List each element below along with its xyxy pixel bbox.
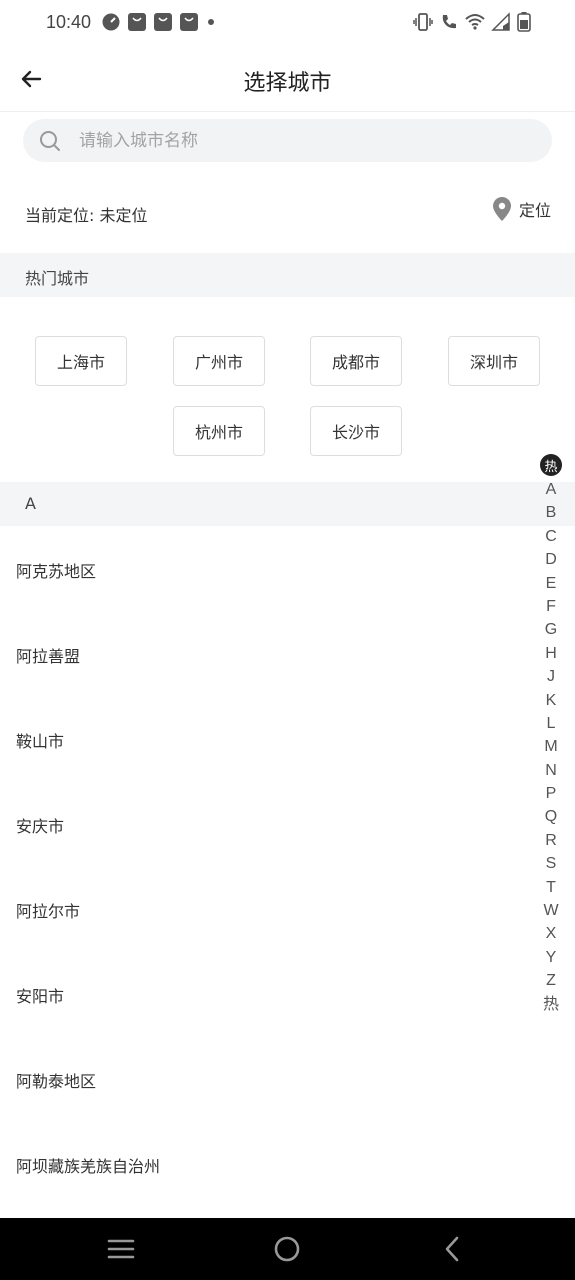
hot-city-button[interactable]: 杭州市 — [173, 406, 265, 456]
index-letter[interactable]: E — [546, 572, 557, 595]
bag-icon — [180, 13, 198, 31]
section-letter: A — [25, 494, 36, 513]
hot-cities-grid: 上海市 广州市 成都市 深圳市 杭州市 长沙市 — [0, 298, 575, 480]
city-list-item[interactable]: 安阳市 — [0, 952, 575, 1037]
alphabet-index-bar[interactable]: 热 A B C D E F G H J K L M N P Q R S T W … — [539, 454, 563, 1016]
index-letter[interactable]: P — [546, 782, 557, 805]
city-list-item[interactable]: 阿勒泰地区 — [0, 1037, 575, 1122]
index-letter[interactable]: G — [545, 618, 557, 641]
hot-cities-title: 热门城市 — [25, 269, 90, 288]
back-icon — [445, 1236, 459, 1262]
index-letter[interactable]: X — [546, 922, 557, 945]
city-list-item[interactable]: 鞍山市 — [0, 697, 575, 782]
signal-icon — [491, 12, 510, 31]
battery-icon — [517, 12, 531, 32]
recent-apps-button[interactable] — [103, 1233, 139, 1265]
system-back-button[interactable] — [434, 1233, 470, 1265]
index-letter[interactable]: N — [545, 759, 557, 782]
city-list-item[interactable]: 阿坝藏族羌族自治州 — [0, 1122, 575, 1207]
hot-city-button[interactable]: 广州市 — [173, 336, 265, 386]
system-nav-bar — [0, 1218, 575, 1280]
city-list-item[interactable]: 阿克苏地区 — [0, 527, 575, 612]
current-location-row: 当前定位: 未定位 定位 — [0, 182, 575, 242]
index-letter[interactable]: S — [546, 852, 557, 875]
locate-label: 定位 — [518, 201, 551, 220]
hot-city-button[interactable]: 上海市 — [35, 336, 127, 386]
index-active-hot[interactable]: 热 — [540, 454, 562, 476]
wifi-icon — [465, 14, 485, 30]
index-letter[interactable]: K — [546, 689, 557, 712]
map-pin-icon — [492, 197, 511, 221]
hot-cities-header: 热门城市 — [0, 253, 575, 297]
hot-city-button[interactable]: 长沙市 — [310, 406, 402, 456]
index-letter[interactable]: Q — [545, 805, 557, 828]
menu-icon — [107, 1239, 135, 1259]
index-letter[interactable]: Z — [546, 969, 556, 992]
speedometer-icon — [102, 13, 120, 31]
letter-section-header: A — [0, 482, 575, 526]
city-list-item[interactable]: 阿拉善盟 — [0, 612, 575, 697]
index-letter[interactable]: C — [545, 525, 557, 548]
home-icon — [274, 1236, 300, 1262]
locate-button[interactable]: 定位 — [492, 197, 551, 221]
search-input[interactable] — [79, 119, 529, 162]
index-letter[interactable]: R — [545, 829, 557, 852]
city-list-item[interactable]: 阿拉尔市 — [0, 867, 575, 952]
index-letter[interactable]: F — [546, 595, 556, 618]
bag-icon — [154, 13, 172, 31]
hot-city-button[interactable]: 深圳市 — [448, 336, 540, 386]
wifi-call-icon — [442, 15, 456, 29]
index-letter[interactable]: A — [546, 478, 557, 501]
status-bar: 10:40 — [0, 0, 575, 48]
status-notification-icons — [102, 13, 216, 31]
index-letter[interactable]: J — [547, 665, 555, 688]
status-system-icons — [413, 12, 531, 32]
page-title: 选择城市 — [243, 71, 332, 96]
index-letter[interactable]: M — [544, 735, 557, 758]
hot-city-button[interactable]: 成都市 — [310, 336, 402, 386]
index-letter[interactable]: D — [545, 548, 557, 571]
search-box[interactable] — [23, 119, 552, 162]
status-time: 10:40 — [46, 12, 92, 32]
index-letter[interactable]: W — [543, 899, 558, 922]
home-button[interactable] — [269, 1233, 305, 1265]
app-bar: 选择城市 — [0, 48, 575, 112]
current-location-label: 当前定位: 未定位 — [25, 206, 148, 225]
city-list[interactable]: 阿克苏地区 阿拉善盟 鞍山市 安庆市 阿拉尔市 安阳市 阿勒泰地区 阿坝藏族羌族… — [0, 527, 575, 1217]
dot-icon — [208, 19, 214, 25]
search-icon — [40, 131, 60, 151]
index-letter[interactable]: L — [547, 712, 556, 735]
index-letter[interactable]: B — [546, 501, 557, 524]
index-letter[interactable]: 热 — [543, 993, 559, 1016]
index-letter[interactable]: Y — [546, 946, 557, 969]
index-letter[interactable]: H — [545, 642, 557, 665]
city-list-item[interactable]: 安庆市 — [0, 782, 575, 867]
vibrate-icon — [413, 13, 433, 31]
index-letter[interactable]: T — [546, 876, 556, 899]
bag-icon — [128, 13, 146, 31]
